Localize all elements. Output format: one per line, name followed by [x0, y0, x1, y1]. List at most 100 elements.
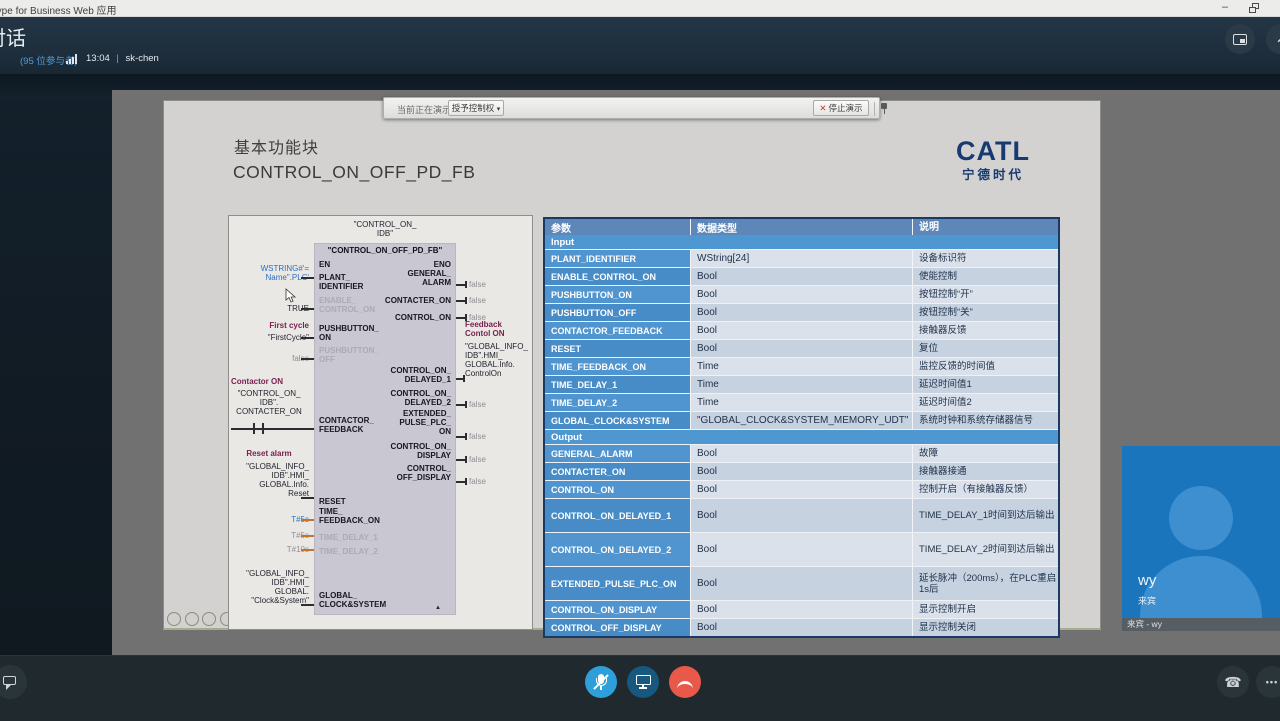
slide-heading: 基本功能块: [234, 140, 320, 157]
window-titlebar: Skype for Business Web 应用 –: [0, 0, 1280, 17]
give-control-button[interactable]: 授予控制权 ▾: [448, 100, 504, 116]
slide-nav-dot[interactable]: [202, 612, 216, 626]
screen-share-button[interactable]: [627, 666, 659, 698]
table-body: Input PLANT_IDENTIFIER WString[24] 设备标识符 ENA…: [545, 235, 1058, 636]
phone-devices-button[interactable]: ☎: [1217, 666, 1249, 698]
table-row: RESET Bool 复位: [545, 339, 1058, 357]
fb-operand: "CONTROL_ON_ IDB": [353, 220, 417, 238]
fb-value: false: [469, 477, 486, 486]
param-cell: ENABLE_CONTROL_ON: [545, 268, 690, 285]
pin-icon[interactable]: [879, 102, 889, 115]
param-cell: PUSHBUTTON_OFF: [545, 304, 690, 321]
mute-microphone-button[interactable]: [585, 666, 617, 698]
type-cell: Time: [690, 376, 912, 393]
fb-comment: Contactor ON: [231, 377, 283, 386]
desc-cell: 延迟时间值2: [912, 394, 1058, 411]
type-cell: Bool: [690, 340, 912, 357]
fb-pin-label: CONTROL_ON_ DELAYED_2: [390, 389, 451, 407]
fb-pin-label: PUSHBUTTON_ ON: [319, 324, 379, 342]
chevron-down-icon: ▾: [496, 106, 501, 113]
presenter-name: sk-chen: [125, 53, 159, 64]
table-row: ENABLE_CONTROL_ON Bool 使能控制: [545, 267, 1058, 285]
param-cell: CONTACTOR_FEEDBACK: [545, 322, 690, 339]
brand-chinese: 宁德时代: [961, 168, 1024, 182]
param-cell: CONTROL_OFF_DISPLAY: [545, 619, 690, 636]
fb-wire: [253, 423, 255, 434]
table-row: CONTACTER_ON Bool 接触器接通: [545, 462, 1058, 480]
fullscreen-button[interactable]: ↗: [1266, 24, 1280, 54]
participant-name: wy: [1138, 572, 1157, 589]
desc-cell: 按钮控制“开”: [912, 286, 1058, 303]
brand-wordmark: CATL: [956, 136, 1030, 166]
fb-pin-label: CONTROL_ON_ DELAYED_1: [390, 366, 451, 384]
separator: |: [116, 53, 119, 64]
type-cell: Bool: [690, 481, 912, 498]
fb-wire: [465, 401, 467, 408]
fb-operand: WSTRING#'= Name".PLC': [260, 264, 309, 282]
restore-window-icon[interactable]: [1249, 3, 1259, 13]
table-row: TIME_FEEDBACK_ON Time 监控反馈的时间值: [545, 357, 1058, 375]
param-table: 参数 数据类型 说明 Input PLANT_IDENTIFIER WString[24…: [543, 217, 1060, 638]
layout-toggle-button[interactable]: [1225, 24, 1255, 54]
chat-bubble-icon: [3, 675, 17, 690]
fb-pin-label: CONTROL_ON: [395, 313, 451, 322]
desc-cell: 接触器反馈: [912, 322, 1058, 339]
more-options-button[interactable]: •••: [1256, 666, 1280, 698]
slide-nav-dot[interactable]: [184, 612, 199, 626]
call-time: 13:04: [86, 53, 110, 64]
type-cell: Time: [690, 394, 912, 411]
fb-value: T#5s: [229, 531, 309, 540]
fb-wire: [301, 549, 314, 551]
avatar: [1169, 486, 1233, 550]
type-cell: Bool: [690, 567, 912, 600]
fb-value: false: [469, 313, 486, 322]
fb-comment: First cycle: [269, 321, 309, 330]
fb-wire: [301, 358, 314, 360]
presenting-status: 当前正在演示: [397, 105, 452, 115]
stop-presenting-button[interactable]: ✕ 停止演示: [813, 100, 869, 116]
fb-wire: [465, 297, 467, 304]
param-cell: TIME_DELAY_2: [545, 394, 690, 411]
minimize-button[interactable]: –: [1212, 0, 1238, 15]
participant-video-tile[interactable]: wy 来宾: [1122, 446, 1280, 618]
fb-wire: [301, 519, 314, 521]
table-row: GENERAL_ALARM Bool 故障: [545, 444, 1058, 462]
fb-value: false: [469, 280, 486, 289]
fb-wire: [262, 423, 264, 434]
slide-nav-dot[interactable]: [167, 612, 181, 626]
table-row: CONTROL_ON_DISPLAY Bool 显示控制开启: [545, 600, 1058, 618]
fb-pin-label: GENERAL_ ALARM: [407, 269, 451, 287]
type-cell: Bool: [690, 533, 912, 566]
table-header-row: 参数 数据类型 说明: [545, 219, 1058, 235]
table-row: CONTACTOR_FEEDBACK Bool 接触器反馈: [545, 321, 1058, 339]
param-cell: CONTACTER_ON: [545, 463, 690, 480]
type-cell: Time: [690, 358, 912, 375]
fb-pin-label: PUSHBUTTON_ OFF: [319, 346, 379, 364]
fb-wire: [465, 456, 467, 463]
type-cell: Bool: [690, 445, 912, 462]
desc-cell: 接触器接通: [912, 463, 1058, 480]
fb-pin-label: EN: [319, 260, 331, 269]
mouse-cursor-icon: [285, 288, 297, 303]
fb-pin-label: TIME_ FEEDBACK_ON: [319, 507, 380, 525]
param-cell: EXTENDED_PULSE_PLC_ON: [545, 567, 690, 600]
desc-cell: 使能控制: [912, 268, 1058, 285]
desc-cell: TIME_DELAY_1时间到达后输出: [912, 499, 1058, 532]
fb-pin-label: ENO: [433, 260, 451, 269]
hang-up-button[interactable]: [669, 666, 701, 698]
table-header: 参数: [545, 219, 690, 235]
fb-wire: [465, 433, 467, 440]
type-cell: WString[24]: [690, 250, 912, 267]
type-cell: Bool: [690, 322, 912, 339]
fb-operand: "GLOBAL_INFO_ IDB".HMI_ GLOBAL.Info. Res…: [246, 462, 309, 498]
fb-wire: [301, 337, 314, 339]
fb-pin-label: RESET: [319, 497, 346, 506]
fb-pin-label: CONTROL_ OFF_DISPLAY: [396, 464, 451, 482]
stop-presenting-label: 停止演示: [828, 103, 863, 113]
table-row: CONTROL_ON_DELAYED_2 Bool TIME_DELAY_2时间到达…: [545, 532, 1058, 566]
type-cell: Bool: [690, 619, 912, 636]
desc-cell: 显示控制关闭: [912, 619, 1058, 636]
fb-value: false: [469, 400, 486, 409]
table-header: 数据类型: [690, 219, 912, 235]
fb-diagram: "CONTROL_ON_ IDB" "CONTROL_ON_OFF_PD_FB" E…: [228, 215, 533, 630]
